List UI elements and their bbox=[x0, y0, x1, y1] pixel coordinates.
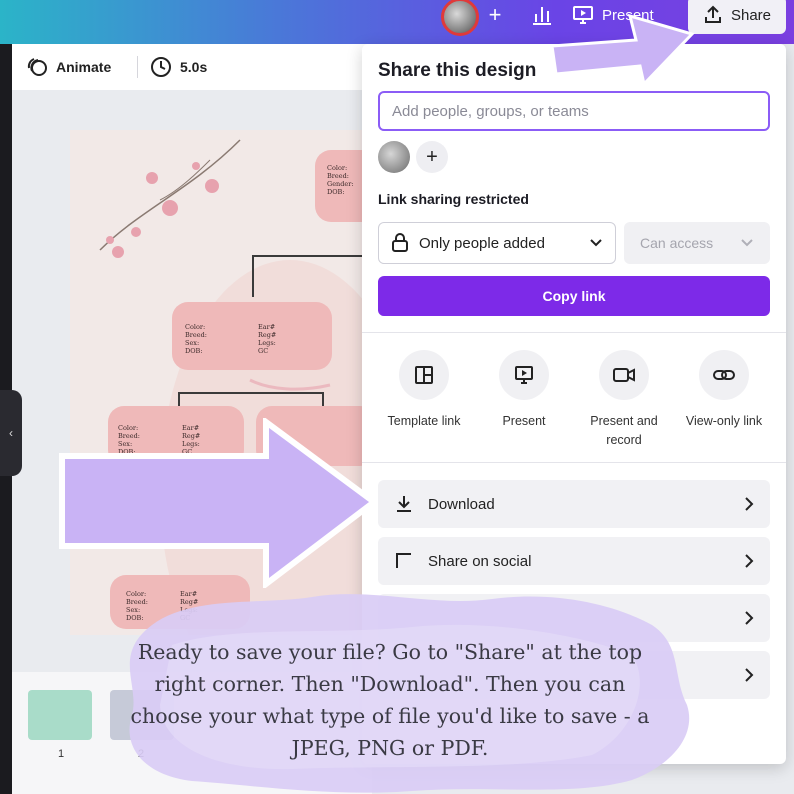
editor-toolbar: Animate 5.0s bbox=[12, 44, 372, 90]
chevron-right-icon bbox=[745, 554, 754, 568]
copy-link-button[interactable]: Copy link bbox=[378, 276, 770, 316]
download-icon bbox=[397, 496, 411, 512]
collaborator-avatar[interactable] bbox=[378, 141, 410, 173]
link-icon bbox=[699, 350, 749, 400]
tree-branch bbox=[252, 255, 254, 297]
permission-value: Can access bbox=[640, 235, 714, 251]
arrow-to-download bbox=[59, 418, 378, 588]
camera-icon bbox=[599, 350, 649, 400]
caption-line-4: JPEG, PNG or PDF. bbox=[291, 736, 489, 760]
share-panel-title: Share this design bbox=[378, 60, 537, 81]
add-people-input[interactable] bbox=[378, 91, 770, 131]
view-only-link-label: View-only link bbox=[685, 414, 763, 428]
chevron-left-icon: ‹ bbox=[9, 426, 13, 440]
card-middle-left-fields: Color: Breed: Sex: DOB: bbox=[185, 323, 207, 355]
link-access-value: Only people added bbox=[419, 234, 545, 252]
panel-divider bbox=[362, 332, 786, 333]
page-thumbnail-1[interactable] bbox=[28, 690, 92, 740]
link-sharing-label: Link sharing restricted bbox=[378, 191, 529, 207]
lock-icon bbox=[392, 233, 408, 252]
toolbar-divider bbox=[137, 56, 138, 78]
duration-button[interactable]: 5.0s bbox=[150, 56, 207, 78]
template-link-label: Template link bbox=[387, 414, 461, 428]
present-option-label: Present bbox=[502, 414, 546, 428]
add-person-plus-icon[interactable]: + bbox=[416, 141, 448, 173]
chevron-right-icon bbox=[745, 611, 754, 625]
view-only-link-option[interactable]: View-only link bbox=[674, 350, 774, 431]
arrow-to-share bbox=[550, 13, 695, 88]
chevron-right-icon bbox=[745, 497, 754, 511]
present-and-record-label: Present and record bbox=[590, 414, 658, 447]
caption-line-3: choose your what type of file you'd like… bbox=[130, 704, 650, 728]
share-button[interactable]: Share bbox=[688, 0, 786, 34]
card-middle-right-fields: Ear# Reg# Legs: GC bbox=[258, 323, 277, 355]
share-on-social-label: Share on social bbox=[428, 552, 532, 570]
present-icon bbox=[499, 350, 549, 400]
present-option[interactable]: Present bbox=[474, 350, 574, 431]
animate-button[interactable]: Animate bbox=[26, 56, 111, 78]
panel-divider bbox=[362, 462, 786, 463]
social-icon bbox=[396, 553, 411, 568]
chevron-right-icon bbox=[745, 668, 754, 682]
link-access-select[interactable]: Only people added bbox=[378, 222, 616, 264]
card-top-fields: Color: Breed: Gender: DOB: bbox=[327, 164, 354, 196]
template-icon bbox=[399, 350, 449, 400]
tree-branch bbox=[252, 255, 370, 257]
duration-label: 5.0s bbox=[180, 59, 208, 75]
animate-label: Animate bbox=[56, 59, 112, 75]
animate-icon bbox=[27, 58, 47, 76]
caption-line-1: Ready to save your file? Go to "Share" a… bbox=[137, 640, 643, 664]
tree-branch bbox=[178, 392, 323, 394]
user-avatar[interactable] bbox=[441, 0, 479, 36]
permission-select[interactable]: Can access bbox=[624, 222, 770, 264]
share-label: Share bbox=[730, 6, 772, 24]
clock-icon bbox=[151, 57, 171, 77]
tree-branch bbox=[322, 392, 324, 406]
present-and-record-option[interactable]: Present and record bbox=[574, 350, 674, 450]
upload-icon bbox=[704, 5, 721, 23]
tree-branch bbox=[178, 392, 180, 406]
copy-link-label: Copy link bbox=[542, 288, 606, 304]
chevron-down-icon bbox=[590, 239, 602, 247]
template-link-option[interactable]: Template link bbox=[374, 350, 474, 431]
download-label: Download bbox=[428, 495, 495, 513]
instruction-caption: Ready to save your file? Go to "Share" a… bbox=[120, 636, 660, 764]
chevron-down-icon bbox=[741, 239, 753, 247]
add-collaborator-plus-icon[interactable]: + bbox=[483, 3, 507, 27]
share-on-social-button[interactable]: Share on social bbox=[378, 537, 770, 585]
page-number-1: 1 bbox=[58, 748, 65, 760]
collapse-panel-tab[interactable]: ‹ bbox=[0, 390, 22, 476]
download-button[interactable]: Download bbox=[378, 480, 770, 528]
caption-line-2: right corner. Then "Download". Then you … bbox=[154, 672, 626, 696]
